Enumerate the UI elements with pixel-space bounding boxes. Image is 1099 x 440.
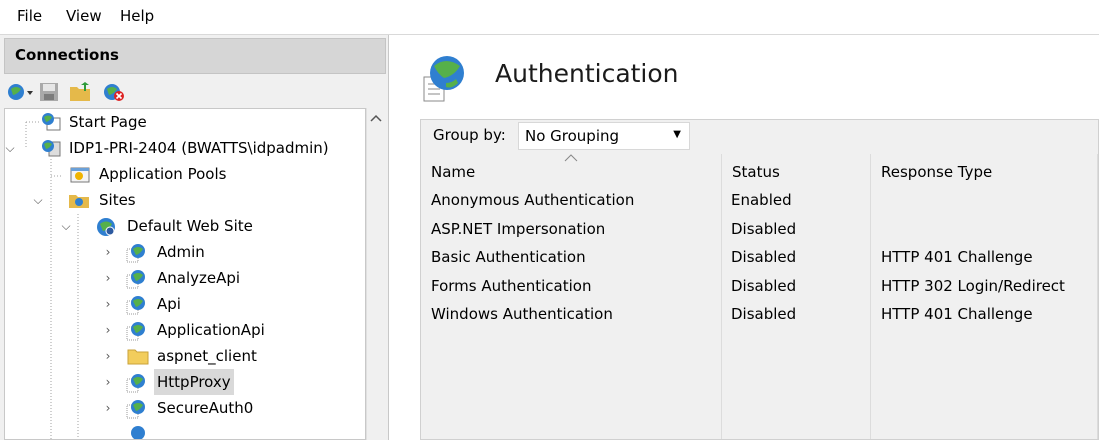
tree-item-aspnet-client[interactable]: › aspnet_client [5, 343, 365, 369]
connections-tree: Start Page ⌵ IDP1-PRI-2404 (BWATTS\idpad… [4, 108, 366, 440]
website-globe-icon [95, 217, 115, 236]
web-app-icon [125, 295, 145, 315]
collapsed-chevron-icon[interactable]: › [101, 317, 115, 343]
collapsed-chevron-icon[interactable]: › [101, 343, 115, 369]
features-view: Group by: No Grouping ▼ Name Status Resp… [420, 119, 1099, 440]
web-app-icon [125, 243, 145, 263]
collapsed-chevron-icon[interactable]: › [101, 265, 115, 291]
column-header-name[interactable]: Name [421, 154, 722, 190]
collapsed-chevron-icon[interactable]: › [101, 291, 115, 317]
cell-name: Anonymous Authentication [431, 191, 635, 209]
tree-item-api[interactable]: › Api [5, 291, 365, 317]
column-header-response-type[interactable]: Response Type [871, 154, 1098, 190]
menu-help[interactable]: Help [120, 7, 154, 25]
web-app-icon [125, 269, 145, 289]
tree-item-sites[interactable]: ⌵ Sites [5, 187, 365, 213]
group-by-label: Group by: [433, 126, 506, 144]
folder-icon [127, 347, 149, 365]
tree-item-application-pools[interactable]: Application Pools [5, 161, 365, 187]
cell-status: Enabled [731, 191, 792, 209]
group-by-dropdown[interactable]: No Grouping ▼ [518, 122, 690, 150]
web-app-icon [125, 373, 145, 393]
cell-name: Windows Authentication [431, 305, 613, 323]
cell-status: Disabled [731, 305, 797, 323]
menu-bar: File View Help [0, 0, 1099, 35]
expanded-chevron-icon[interactable]: ⌵ [5, 135, 17, 161]
collapsed-chevron-icon[interactable]: › [101, 239, 115, 265]
tree-item-default-web-site[interactable]: ⌵ Default Web Site [5, 213, 365, 239]
save-icon[interactable] [38, 81, 60, 103]
panel-splitter[interactable] [388, 35, 400, 440]
dropdown-arrow-icon: ▼ [673, 129, 681, 140]
cell-response-type: HTTP 302 Login/Redirect [881, 277, 1065, 295]
cell-status: Disabled [731, 220, 797, 238]
web-app-icon [125, 321, 145, 341]
authentication-icon [418, 53, 468, 105]
tree-item-admin[interactable]: › Admin [5, 239, 365, 265]
connections-panel: Connections Start Page ⌵ IDP1-PRI-2404 (… [0, 35, 388, 440]
column-divider [1097, 190, 1098, 439]
web-app-icon [125, 425, 145, 439]
connections-title: Connections [15, 46, 119, 64]
column-divider [721, 190, 722, 439]
menu-view[interactable]: View [66, 7, 102, 25]
cell-status: Disabled [731, 277, 797, 295]
cell-response-type: HTTP 401 Challenge [881, 248, 1033, 266]
tree-item-secureauth0[interactable]: › SecureAuth0 [5, 395, 365, 421]
connections-header: Connections [4, 38, 386, 74]
tree-item-applicationapi[interactable]: › ApplicationApi [5, 317, 365, 343]
web-app-icon [125, 399, 145, 419]
cell-name: Basic Authentication [431, 248, 586, 266]
tree-item-partial [5, 421, 365, 439]
column-divider [870, 190, 871, 439]
connections-toolbar [4, 74, 386, 108]
collapsed-chevron-icon[interactable]: › [101, 395, 115, 421]
server-icon [41, 139, 61, 157]
collapsed-chevron-icon[interactable]: › [101, 369, 115, 395]
sort-ascending-icon [564, 140, 578, 176]
authentication-list: Name Status Response Type Anonymous Auth… [421, 154, 1098, 439]
app-pools-icon [69, 165, 90, 183]
cell-name: ASP.NET Impersonation [431, 220, 606, 238]
tree-item-start-page[interactable]: Start Page [5, 109, 365, 135]
expanded-chevron-icon[interactable]: ⌵ [31, 187, 45, 213]
disconnect-icon[interactable] [102, 81, 124, 103]
page-title: Authentication [495, 59, 679, 88]
column-header-status[interactable]: Status [722, 154, 871, 190]
connect-icon[interactable] [6, 81, 33, 103]
cell-name: Forms Authentication [431, 277, 592, 295]
tree-item-server[interactable]: ⌵ IDP1-PRI-2404 (BWATTS\idpadmin) [5, 135, 365, 161]
menu-file[interactable]: File [17, 7, 42, 25]
tree-scrollbar[interactable] [366, 108, 386, 440]
up-folder-icon[interactable] [68, 81, 90, 103]
cell-status: Disabled [731, 248, 797, 266]
expanded-chevron-icon[interactable]: ⌵ [59, 213, 73, 239]
scroll-up-arrow-icon[interactable] [370, 111, 382, 125]
cell-response-type: HTTP 401 Challenge [881, 305, 1033, 323]
start-page-icon [41, 113, 61, 131]
main-panel: Authentication Group by: No Grouping ▼ N… [400, 35, 1099, 440]
tree-item-httpproxy[interactable]: › HttpProxy [5, 369, 365, 395]
sites-folder-icon [68, 191, 89, 209]
tree-item-analyzeapi[interactable]: › AnalyzeApi [5, 265, 365, 291]
